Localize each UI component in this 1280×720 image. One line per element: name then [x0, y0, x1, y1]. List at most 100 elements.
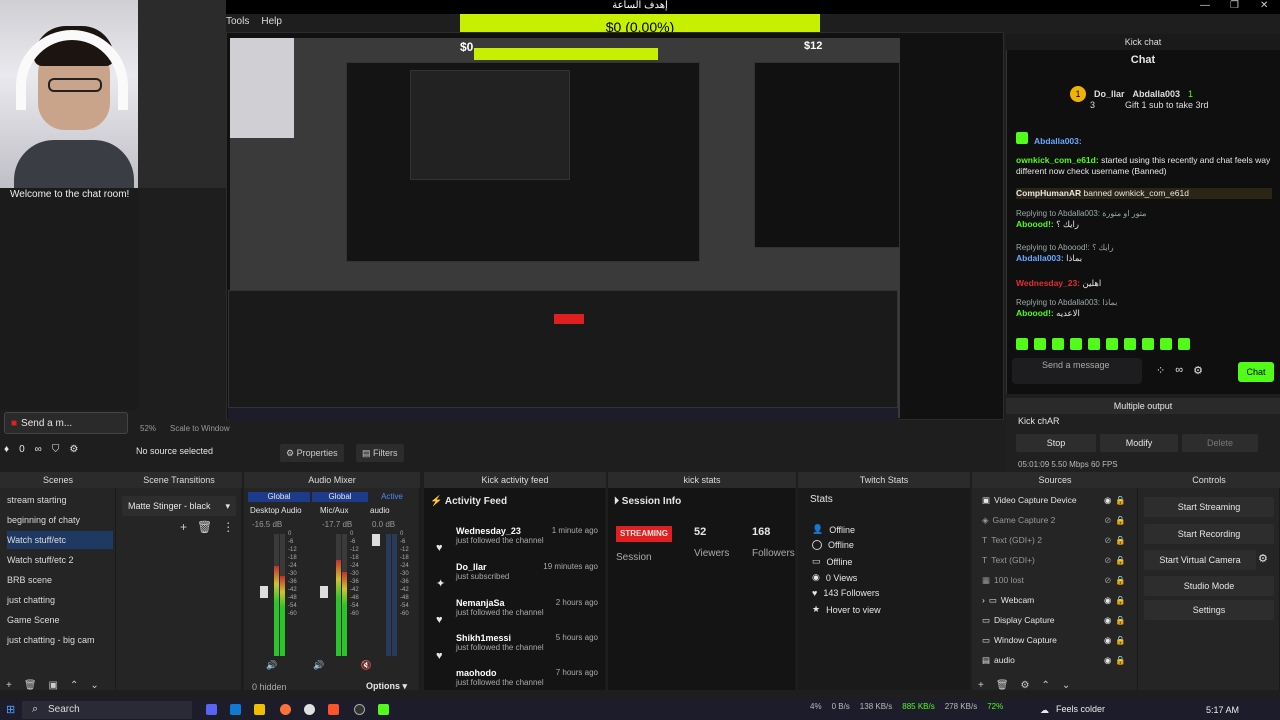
chevron-right-icon[interactable]: ›	[982, 595, 985, 605]
scene-item[interactable]: BRB scene	[7, 571, 113, 589]
scene-item-active[interactable]: Watch stuff/etc	[7, 531, 113, 549]
scene-item[interactable]: beginning of chaty	[7, 511, 113, 529]
start-recording-button[interactable]: Start Recording	[1144, 524, 1274, 544]
scene-item[interactable]: Watch stuff/etc 2	[7, 551, 113, 569]
source-item[interactable]: ▤ audio ◉ 🔒	[982, 651, 1126, 669]
scene-item[interactable]: just chatting - big cam	[7, 631, 113, 649]
menu-help[interactable]: Help	[261, 16, 282, 32]
source-item[interactable]: ◈ Game Capture 2 ⊘ 🔒	[982, 511, 1126, 529]
lock-icon[interactable]: 🔒	[1115, 495, 1126, 506]
gear-icon[interactable]: ⚙	[1258, 552, 1268, 565]
more-icon[interactable]: ⋮	[222, 520, 234, 534]
lock-icon[interactable]: 🔒	[1115, 515, 1126, 526]
trash-icon[interactable]: 🗑	[24, 680, 37, 691]
source-item[interactable]: ▭ Window Capture ◉ 🔒	[982, 631, 1126, 649]
lock-icon[interactable]: 🔒	[1115, 655, 1126, 666]
taskbar-search[interactable]: Search	[22, 701, 192, 719]
eye-off-icon[interactable]: ⊘	[1104, 535, 1111, 546]
minimize-icon[interactable]: —	[1200, 0, 1210, 11]
down-icon[interactable]: ⌄	[90, 680, 98, 691]
up-icon[interactable]: ⌃	[70, 680, 78, 691]
source-item[interactable]: ▭ Display Capture ◉ 🔒	[982, 611, 1126, 629]
volume-slider-handle[interactable]	[320, 586, 328, 598]
lock-icon[interactable]: 🔒	[1115, 535, 1126, 546]
up-icon[interactable]: ⌃	[1042, 680, 1050, 691]
scale-mode[interactable]: Scale to Window	[170, 424, 230, 436]
eye-icon[interactable]: ◉	[1104, 495, 1111, 506]
filter-icon[interactable]: ▣	[49, 680, 58, 691]
left-chat-input-text: Send a m...	[21, 417, 73, 429]
eye-icon[interactable]: ◉	[1104, 615, 1111, 626]
transition-select[interactable]: Matte Stinger - black ▾	[122, 496, 236, 516]
studio-mode-button[interactable]: Studio Mode	[1144, 576, 1274, 596]
source-item[interactable]: ▣ Video Capture Device ◉ 🔒	[982, 491, 1126, 509]
chat-send-button[interactable]: Chat	[1238, 362, 1274, 382]
lock-icon[interactable]: 🔒	[1115, 555, 1126, 566]
speaker-icon[interactable]: 🔊	[313, 660, 324, 671]
eye-icon[interactable]: ◉	[1104, 595, 1111, 606]
filters-button[interactable]: ▤ Filters	[356, 444, 404, 462]
add-icon[interactable]: +	[6, 680, 12, 691]
properties-button[interactable]: ⚙ Properties	[280, 444, 344, 462]
source-item[interactable]: T Text (GDI+) 2 ⊘ 🔒	[982, 531, 1126, 549]
explorer-icon[interactable]	[230, 704, 241, 715]
lock-icon[interactable]: 🔒	[1115, 615, 1126, 626]
gear-icon[interactable]: ⚙	[69, 444, 78, 455]
add-icon[interactable]: +	[180, 520, 187, 534]
source-item[interactable]: T Text (GDI+) ⊘ 🔒	[982, 551, 1126, 569]
gear-icon[interactable]: ⚙	[1193, 364, 1203, 377]
eye-off-icon[interactable]: ⊘	[1104, 575, 1111, 586]
sub-info: 3 Gift 1 sub to take 3rd	[1090, 100, 1209, 110]
volume-slider-handle[interactable]	[372, 534, 380, 546]
kick-chat-input[interactable]: Send a message	[1012, 358, 1142, 384]
firefox-icon[interactable]	[280, 704, 291, 715]
scene-item[interactable]: just chatting	[7, 591, 113, 609]
obs-icon[interactable]	[354, 704, 365, 715]
settings-button[interactable]: Settings	[1144, 600, 1274, 620]
weather-text[interactable]: Feels colder	[1056, 704, 1105, 714]
lock-icon[interactable]: 🔒	[1115, 595, 1126, 606]
volume-slider-handle[interactable]	[260, 586, 268, 598]
modify-button[interactable]: Modify	[1100, 434, 1178, 452]
start-virtual-camera-button[interactable]: Start Virtual Camera	[1144, 550, 1256, 570]
maximize-icon[interactable]: ❐	[1230, 0, 1239, 11]
muted-speaker-icon[interactable]: 🔇	[360, 660, 371, 671]
speaker-icon[interactable]: 🔊	[266, 660, 277, 671]
channel-name[interactable]: Desktop Audio	[250, 506, 302, 515]
mixer-options-button[interactable]: Options ▾	[366, 681, 407, 692]
add-icon[interactable]: +	[978, 680, 984, 691]
lock-icon[interactable]: 🔒	[1115, 635, 1126, 646]
down-icon[interactable]: ⌄	[1062, 680, 1070, 691]
channel-name[interactable]: audio	[370, 506, 390, 515]
eye-icon[interactable]: ◉	[1104, 635, 1111, 646]
chrome-icon[interactable]	[304, 704, 315, 715]
channel-db: -17.7 dB	[322, 520, 353, 529]
brave-icon[interactable]	[328, 704, 339, 715]
menu-tools[interactable]: Tools	[226, 16, 249, 32]
windows-icon[interactable]: ⊞	[6, 703, 15, 716]
delete-button[interactable]: Delete	[1182, 434, 1258, 452]
clock[interactable]: 5:17 AM	[1206, 705, 1239, 715]
sub-user: Abdalla003	[1132, 89, 1181, 99]
left-chat-input[interactable]: ■ Send a m...	[4, 412, 128, 434]
source-item[interactable]: › ▭ Webcam ◉ 🔒	[982, 591, 1126, 609]
close-icon[interactable]: ✕	[1260, 0, 1268, 11]
gear-icon[interactable]: ⚙	[1021, 680, 1030, 691]
source-item[interactable]: ▦ 100 lost ⊘ 🔒	[982, 571, 1126, 589]
trash-icon[interactable]: 🗑	[197, 520, 212, 534]
users-icon[interactable]: ⁘	[1156, 364, 1165, 377]
start-streaming-button[interactable]: Start Streaming	[1144, 497, 1274, 517]
kick-icon[interactable]	[378, 704, 389, 715]
folder-icon[interactable]	[254, 704, 265, 715]
scene-item[interactable]: Game Scene	[7, 611, 113, 629]
discord-icon[interactable]	[206, 704, 217, 715]
stop-button[interactable]: Stop	[1016, 434, 1096, 452]
channel-name[interactable]: Mic/Aux	[320, 506, 348, 515]
scene-item[interactable]: stream starting	[7, 491, 113, 509]
eye-icon[interactable]: ◉	[1104, 655, 1111, 666]
eye-off-icon[interactable]: ⊘	[1104, 555, 1111, 566]
eye-off-icon[interactable]: ⊘	[1104, 515, 1111, 526]
trash-icon[interactable]: 🗑	[996, 680, 1009, 691]
shield-icon[interactable]: ⛉	[52, 444, 60, 455]
lock-icon[interactable]: 🔒	[1115, 575, 1126, 586]
